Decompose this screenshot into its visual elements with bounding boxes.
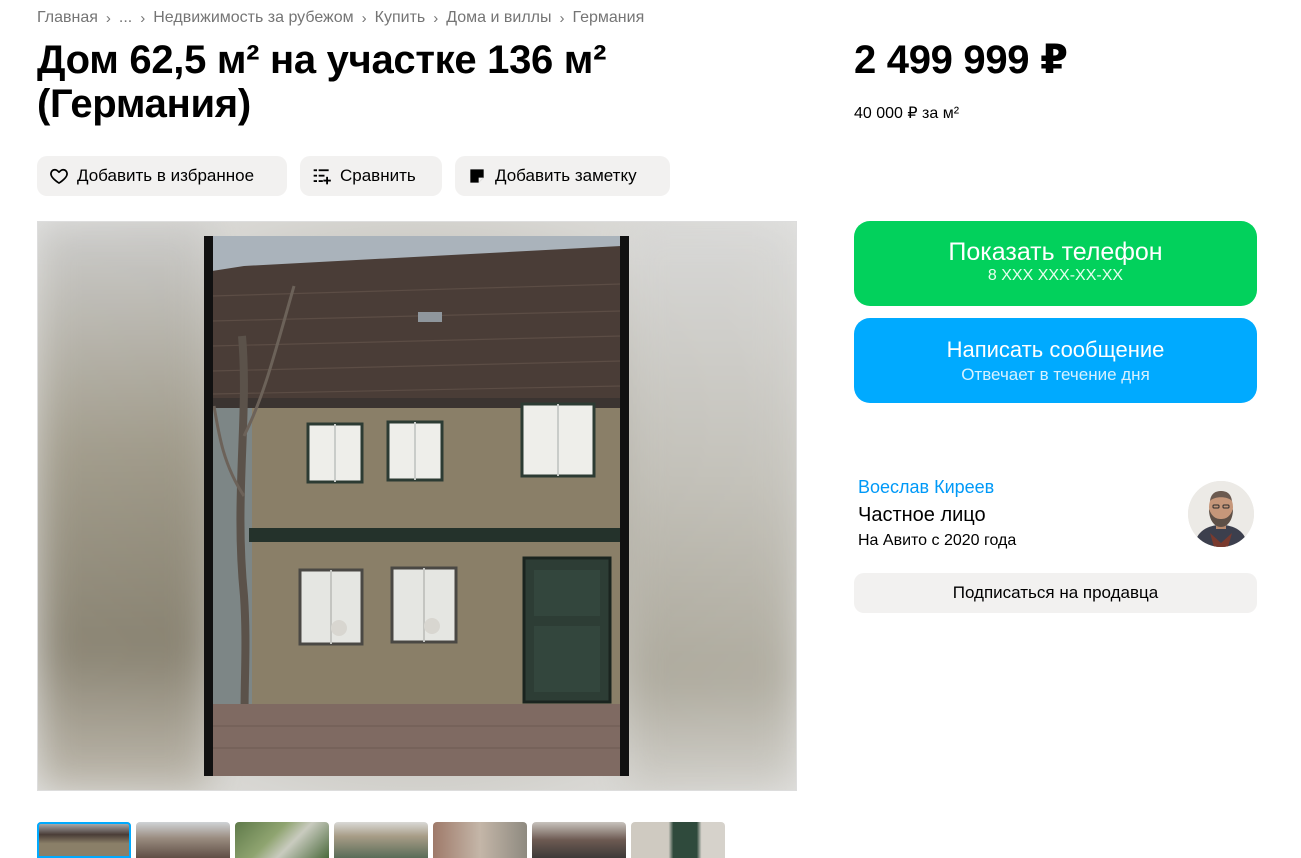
breadcrumb-buy[interactable]: Купить	[375, 9, 426, 27]
gallery-blur-right	[626, 222, 796, 790]
thumbnail-1[interactable]	[37, 822, 131, 858]
phone-masked: 8 XXX XXX-XX-XX	[987, 267, 1124, 284]
breadcrumb: Главная › ... › Недвижимость за рубежом …	[37, 9, 644, 27]
breadcrumb-real-estate-abroad[interactable]: Недвижимость за рубежом	[153, 9, 353, 27]
write-message-button[interactable]: Написать сообщение Отвечает в течение дн…	[854, 318, 1257, 403]
thumbnail-7[interactable]	[631, 822, 725, 858]
gallery-blur-left	[38, 222, 208, 790]
seller-name-link[interactable]: Воеслав Киреев	[858, 477, 994, 498]
thumbnail-4[interactable]	[334, 822, 428, 858]
thumbnail-5[interactable]	[433, 822, 527, 858]
thumbnail-strip	[37, 822, 725, 858]
seller-avatar[interactable]	[1188, 481, 1254, 547]
heart-icon	[50, 168, 68, 184]
write-message-label: Написать сообщение	[946, 337, 1165, 362]
main-photo[interactable]	[204, 236, 629, 776]
subscribe-seller-button[interactable]: Подписаться на продавца	[854, 573, 1257, 613]
response-time: Отвечает в течение дня	[961, 365, 1150, 384]
breadcrumb-germany[interactable]: Германия	[573, 9, 645, 27]
note-icon	[470, 169, 484, 183]
add-note-button[interactable]: Добавить заметку	[455, 156, 670, 196]
chevron-right-icon: ›	[433, 9, 439, 27]
show-phone-label: Показать телефон	[948, 238, 1163, 266]
price-per-m2: 40 000 ₽ за м²	[854, 105, 960, 122]
chevron-right-icon: ›	[105, 9, 111, 27]
chevron-right-icon: ›	[361, 9, 367, 27]
thumbnail-6[interactable]	[532, 822, 626, 858]
compare-list-icon	[313, 169, 331, 185]
photo-gallery[interactable]	[37, 221, 797, 791]
breadcrumb-houses-villas[interactable]: Дома и виллы	[446, 9, 551, 27]
page-title: Дом 62,5 м² на участке 136 м² (Германия)	[37, 38, 607, 126]
compare-label: Сравнить	[340, 166, 416, 185]
chevron-right-icon: ›	[559, 9, 565, 27]
add-to-favorites-button[interactable]: Добавить в избранное	[37, 156, 287, 196]
breadcrumb-home[interactable]: Главная	[37, 9, 98, 27]
add-to-favorites-label: Добавить в избранное	[77, 166, 255, 185]
breadcrumb-ellipsis[interactable]: ...	[119, 9, 132, 27]
listing-price: 2 499 999 ₽	[854, 38, 1068, 82]
seller-since: На Авито с 2020 года	[858, 532, 1017, 549]
thumbnail-2[interactable]	[136, 822, 230, 858]
seller-type: Частное лицо	[858, 504, 986, 526]
add-note-label: Добавить заметку	[495, 166, 637, 185]
chevron-right-icon: ›	[140, 9, 146, 27]
thumbnail-3[interactable]	[235, 822, 329, 858]
compare-button[interactable]: Сравнить	[300, 156, 442, 196]
show-phone-button[interactable]: Показать телефон 8 XXX XXX-XX-XX	[854, 221, 1257, 306]
